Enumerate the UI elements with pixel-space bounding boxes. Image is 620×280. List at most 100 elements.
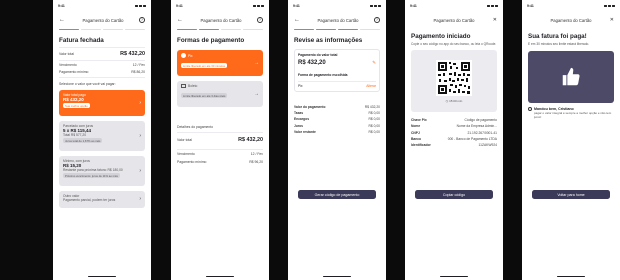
- nav-title: Pagamento do Cartão: [82, 17, 124, 23]
- back-arrow-icon[interactable]: ←: [177, 17, 185, 23]
- qr-code-icon[interactable]: [436, 59, 472, 96]
- min-row: Pagamento mínimo R$ 96,20: [171, 160, 269, 164]
- status-icons: [135, 4, 146, 7]
- total-row: Valor total R$ 432,20: [171, 137, 269, 143]
- total-value: R$ 432,20: [120, 50, 145, 57]
- nav-bar: ← Pagamento do Cartão ?: [53, 11, 151, 29]
- clock-icon: ◷: [445, 98, 449, 103]
- option-value: R$ 432,20: [63, 96, 84, 102]
- method-label: Forma de pagamento escolhida: [298, 73, 348, 77]
- method-badge: Limite liberado em até 30 minutos: [181, 63, 227, 69]
- due-value: 12 / Fev: [250, 152, 263, 157]
- qr-card: ◷ 15:00 min: [411, 50, 497, 113]
- help-icon[interactable]: ?: [256, 17, 263, 23]
- page-desc: E em 30 minutos seu limite estará libera…: [528, 42, 590, 46]
- table-row: Valor restante R$ 0,00: [294, 129, 380, 134]
- chevron-right-icon: ›: [139, 196, 141, 203]
- due-value: 12 / Fev: [132, 63, 145, 68]
- due-row: Vencimento 12 / Fev: [171, 152, 269, 156]
- due-label: Vencimento: [177, 152, 195, 157]
- status-time: 9:41: [527, 3, 534, 8]
- page-title: Formas de pagamento: [177, 37, 245, 44]
- screen-payment-started: 9:41 Pagamento do Cartão ✕ Pagamento ini…: [405, 0, 503, 280]
- home-indicator: [206, 275, 234, 277]
- chevron-right-icon: ›: [139, 132, 141, 139]
- method-boleto[interactable]: Boleto Limite liberado em até 3 dias úte…: [177, 81, 263, 107]
- thanks-note: pagar o valor integral é sempre a melhor…: [534, 111, 612, 119]
- nav-title: Pagamento do Cartão: [317, 17, 359, 23]
- table-row: Identificador 11ZAKW924: [411, 143, 497, 147]
- close-icon[interactable]: ✕: [610, 17, 614, 23]
- page-title: Fatura fechada: [59, 37, 104, 44]
- help-icon[interactable]: ?: [373, 17, 380, 23]
- nav-title: Pagamento do Cartão: [433, 17, 475, 23]
- status-icons: [253, 4, 264, 7]
- close-icon[interactable]: ✕: [493, 17, 497, 23]
- method-pix[interactable]: Pix Limite liberado em até 30 minutos →: [177, 50, 263, 76]
- option-other-value[interactable]: Outro valor Pagamento parcial, podem ter…: [59, 190, 145, 208]
- due-row: Vencimento 12 / Fev: [53, 63, 151, 67]
- option-installments[interactable]: Parcelado com juros 5 x R$ 115,44 Total …: [59, 120, 145, 151]
- review-table: Valor do pagamento R$ 432,20 Taxas R$ 0,00…: [288, 104, 386, 135]
- arrow-right-icon: →: [254, 60, 259, 66]
- page-title: Pagamento iniciado: [411, 33, 471, 40]
- timer-value: 15:00 min: [449, 98, 463, 103]
- back-home-button[interactable]: Voltar para home: [532, 190, 610, 199]
- option-badge: Próximo vencimento: juros de 11% ao mês: [63, 173, 120, 179]
- help-icon[interactable]: ?: [138, 17, 145, 23]
- success-illustration: [528, 51, 614, 103]
- status-bar: 9:41: [288, 0, 386, 11]
- pix-icon: [181, 53, 186, 58]
- min-value: R$ 96,20: [249, 160, 263, 165]
- page-title: Revise as informações: [294, 37, 363, 44]
- check-circle-icon: [528, 107, 532, 111]
- back-arrow-icon[interactable]: ←: [294, 17, 302, 23]
- timer: ◷ 15:00 min: [446, 99, 463, 103]
- question: Selecione o valor que você vai pagar:: [59, 81, 116, 86]
- status-bar: 9:41: [405, 0, 503, 11]
- screen-review: 9:41 ← Pagamento do Cartão ? Revise as i…: [288, 0, 386, 280]
- home-indicator: [440, 275, 468, 277]
- chevron-right-icon: ›: [139, 167, 141, 174]
- status-bar: 9:41: [53, 0, 151, 11]
- home-indicator: [88, 275, 116, 277]
- min-label: Pagamento mínimo: [177, 160, 207, 165]
- change-method-link[interactable]: Alterar: [366, 84, 376, 88]
- edit-icon[interactable]: ✎: [372, 60, 376, 66]
- method-value: Pix: [298, 84, 303, 88]
- method-label: Pix: [188, 53, 193, 58]
- total-value: R$ 432,20: [238, 136, 263, 143]
- status-time: 9:41: [58, 3, 65, 8]
- nav-bar: ← Pagamento do Cartão ?: [171, 11, 269, 29]
- home-indicator: [323, 275, 351, 277]
- method-badge: Limite liberado em até 3 dias úteis: [181, 93, 228, 99]
- generate-code-button[interactable]: Gerar código de pagamento: [298, 190, 376, 199]
- option-badge: Juros total de 1,67% ao mês: [63, 138, 103, 144]
- barcode-icon: [181, 84, 186, 88]
- amount-value: R$ 432,20: [298, 60, 326, 66]
- min-value: R$ 86,20: [131, 70, 145, 75]
- option-sub: Total R$ 577,20: [63, 132, 87, 137]
- thanks-row: Mandou bem, Cristiano: [522, 103, 620, 111]
- home-indicator: [557, 275, 585, 277]
- total-label: Valor total: [59, 51, 75, 56]
- amount-label: Pagamento do valor total: [298, 53, 338, 57]
- option-full-payment[interactable]: Valor total pago R$ 432,20 Sua melhor op…: [59, 89, 145, 116]
- back-arrow-icon[interactable]: ←: [59, 17, 67, 23]
- status-icons: [370, 4, 381, 7]
- review-card: Pagamento do valor total R$ 432,20 ✎ For…: [294, 49, 380, 92]
- copy-code-button[interactable]: Copiar código: [415, 190, 493, 199]
- pix-details: Chave Pix Código de pagamento Nome Nome da…: [405, 117, 503, 148]
- option-sub: Pagamento parcial, podem ter juros: [63, 197, 116, 202]
- chevron-right-icon: ›: [139, 99, 141, 106]
- option-badge: Sua melhor opção: [63, 103, 90, 109]
- option-minimum[interactable]: Mínimo, com juros R$ 15,20 Restante para…: [59, 155, 145, 186]
- due-label: Vencimento: [59, 63, 77, 68]
- arrow-right-icon: →: [254, 91, 259, 97]
- details-label: Detalhes do pagamento: [177, 125, 214, 129]
- screen-invoice-paid: 9:41 Pagamento do Cartão ✕ Sua fatura fo…: [522, 0, 620, 280]
- status-time: 9:41: [410, 3, 417, 8]
- min-label: Pagamento mínimo: [59, 70, 89, 75]
- status-icons: [604, 4, 615, 7]
- nav-title: Pagamento do Cartão: [550, 17, 592, 23]
